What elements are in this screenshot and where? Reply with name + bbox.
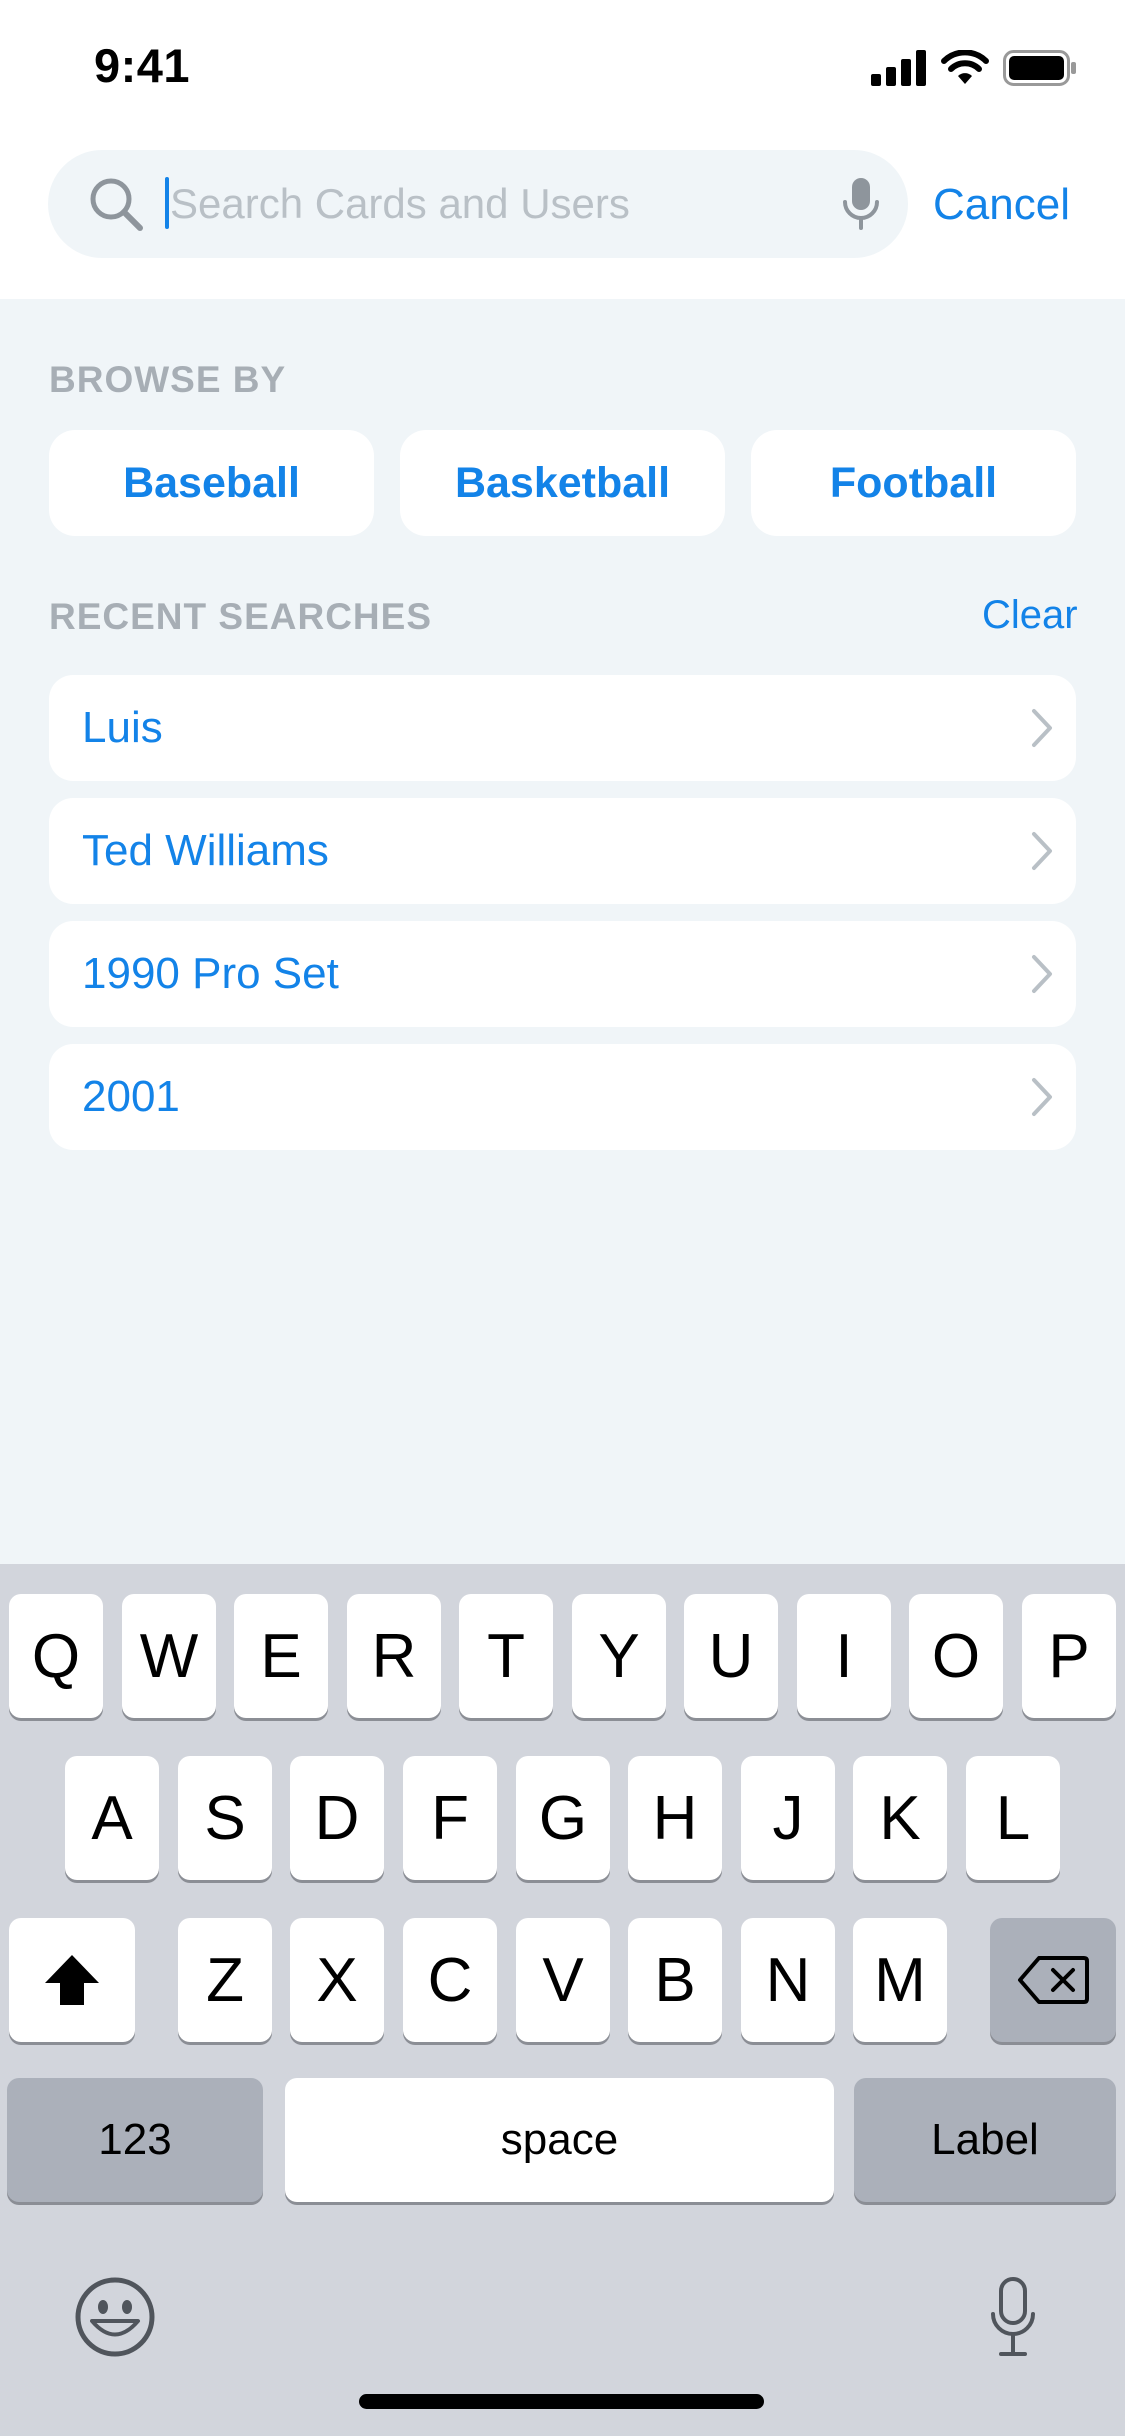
numbers-key[interactable]: 123 [7,2078,263,2202]
cellular-signal-icon [871,50,926,86]
clear-button[interactable]: Clear [982,593,1078,638]
recent-search-item[interactable]: Ted Williams [49,798,1076,904]
battery-icon [1003,50,1076,86]
space-key[interactable]: space [285,2078,834,2202]
delete-key[interactable] [990,1918,1116,2042]
emoji-icon[interactable] [74,2276,156,2358]
key-d[interactable]: D [290,1756,384,1880]
status-icons [871,48,1077,88]
browse-chip-baseball[interactable]: Baseball [49,430,374,536]
key-g[interactable]: G [516,1756,610,1880]
wifi-icon [941,50,989,84]
key-v[interactable]: V [516,1918,610,2042]
browse-chip-basketball[interactable]: Basketball [400,430,725,536]
chevron-right-icon [1032,832,1052,870]
chevron-right-icon [1032,1078,1052,1116]
key-k[interactable]: K [853,1756,947,1880]
key-t[interactable]: T [459,1594,553,1718]
search-icon [90,178,143,231]
key-q[interactable]: Q [9,1594,103,1718]
browse-by-label: BROWSE BY [49,359,287,400]
cancel-button[interactable]: Cancel [933,180,1070,230]
key-a[interactable]: A [65,1756,159,1880]
key-s[interactable]: S [178,1756,272,1880]
chevron-right-icon [1032,955,1052,993]
recent-search-text: Luis [82,703,163,752]
key-l[interactable]: L [966,1756,1060,1880]
recent-search-item[interactable]: 1990 Pro Set [49,921,1076,1027]
key-f[interactable]: F [403,1756,497,1880]
recent-search-text: 2001 [82,1072,180,1121]
keyboard: Q W E R T Y U I O P A S D F G H J K L Z … [0,1564,1125,2436]
shift-key[interactable] [9,1918,135,2042]
key-e[interactable]: E [234,1594,328,1718]
status-time: 9:41 [94,39,191,92]
key-x[interactable]: X [290,1918,384,2042]
return-key[interactable]: Label [854,2078,1116,2202]
key-p[interactable]: P [1022,1594,1116,1718]
key-n[interactable]: N [741,1918,835,2042]
key-o[interactable]: O [909,1594,1003,1718]
key-i[interactable]: I [797,1594,891,1718]
shift-icon [45,1955,99,2005]
key-z[interactable]: Z [178,1918,272,2042]
recent-search-text: Ted Williams [82,826,329,875]
key-c[interactable]: C [403,1918,497,2042]
key-y[interactable]: Y [572,1594,666,1718]
chevron-right-icon [1032,709,1052,747]
home-indicator [359,2394,764,2409]
key-m[interactable]: M [853,1918,947,2042]
text-cursor [165,177,169,229]
search-input[interactable] [170,176,810,232]
key-j[interactable]: J [741,1756,835,1880]
recent-search-item[interactable]: 2001 [49,1044,1076,1150]
key-r[interactable]: R [347,1594,441,1718]
key-h[interactable]: H [628,1756,722,1880]
dictation-microphone-icon[interactable] [989,2276,1037,2360]
key-u[interactable]: U [684,1594,778,1718]
recent-search-text: 1990 Pro Set [82,949,339,998]
recent-search-item[interactable]: Luis [49,675,1076,781]
browse-chip-football[interactable]: Football [751,430,1076,536]
microphone-icon[interactable] [841,176,881,232]
recent-searches-label: RECENT SEARCHES [49,596,432,637]
key-b[interactable]: B [628,1918,722,2042]
key-w[interactable]: W [122,1594,216,1718]
delete-icon [1018,1956,1089,2004]
